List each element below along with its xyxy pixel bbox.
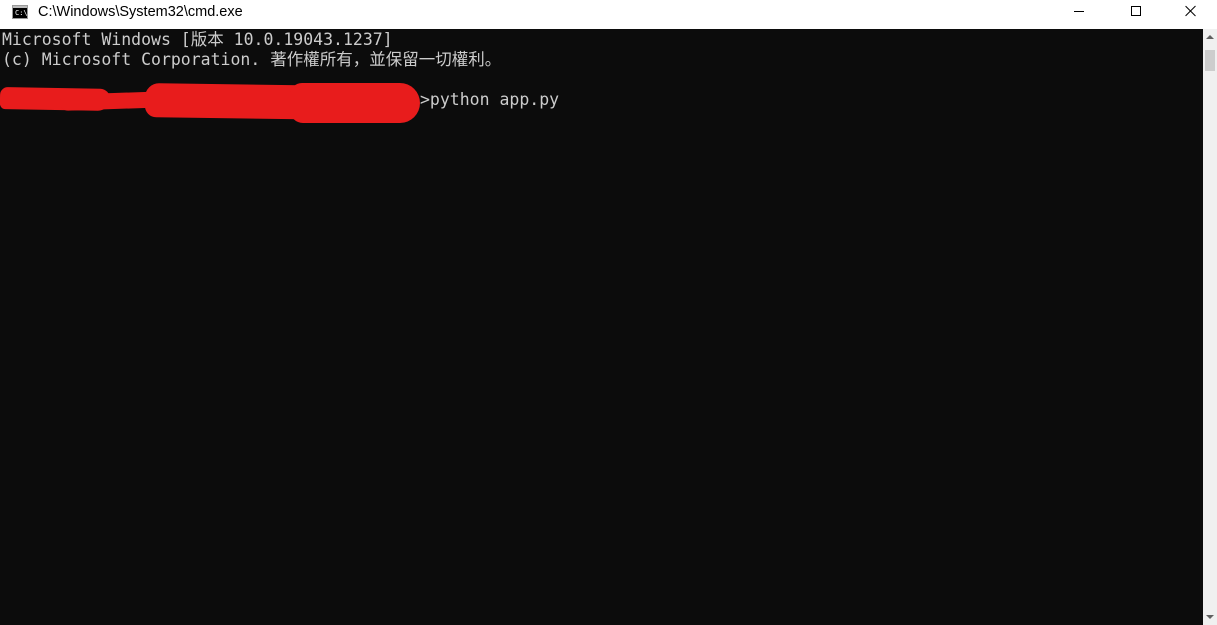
console-output[interactable]: Microsoft Windows [版本 10.0.19043.1237] (… — [0, 29, 1203, 625]
minimize-button[interactable] — [1050, 0, 1108, 22]
scroll-thumb[interactable] — [1205, 50, 1215, 71]
console-icon-label: C:\ — [15, 9, 28, 17]
redaction-mark — [290, 83, 420, 123]
minimize-icon — [1074, 10, 1084, 12]
window-title: C:\Windows\System32\cmd.exe — [38, 4, 243, 20]
close-button[interactable] — [1165, 0, 1217, 22]
command-input[interactable]: >python app.py — [420, 90, 559, 110]
console-line-copyright: (c) Microsoft Corporation. 著作權所有，並保留一切權利… — [2, 50, 502, 69]
scroll-up-arrow-icon[interactable] — [1203, 29, 1217, 45]
console-line-version: Microsoft Windows [版本 10.0.19043.1237] — [2, 30, 393, 49]
vertical-scrollbar[interactable] — [1203, 29, 1217, 625]
console-icon[interactable]: C:\ — [12, 5, 28, 19]
maximize-button[interactable] — [1107, 0, 1165, 22]
cmd-window: C:\ C:\Windows\System32\cmd.exe Microsof… — [0, 0, 1217, 625]
scroll-down-arrow-icon[interactable] — [1203, 609, 1217, 625]
close-icon — [1185, 5, 1197, 17]
maximize-icon — [1131, 6, 1141, 16]
title-bar[interactable]: C:\ C:\Windows\System32\cmd.exe — [0, 0, 1217, 29]
